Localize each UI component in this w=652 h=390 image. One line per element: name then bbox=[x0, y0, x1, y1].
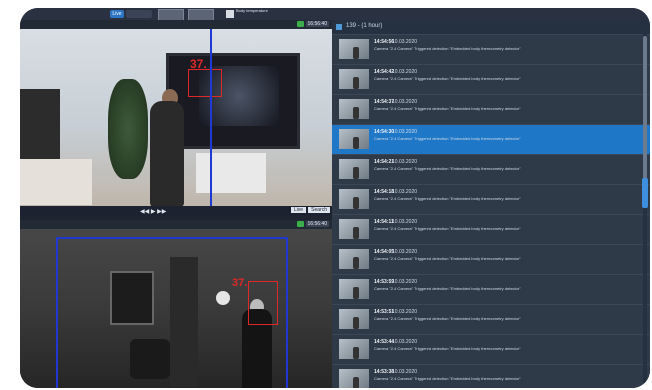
archive-button[interactable] bbox=[126, 10, 152, 18]
camera-header: 16:56:40 bbox=[20, 20, 332, 29]
event-thumbnail bbox=[339, 369, 369, 388]
camera-time: 16:56:40 bbox=[305, 221, 329, 227]
event-row[interactable]: 14:54:11 10.03.2020 Camera "2.4 Camera" Tr… bbox=[332, 214, 650, 244]
event-panel: 139 - (1 hour) 14:54:56 10.03.2020 Camera … bbox=[332, 20, 650, 388]
event-description: Camera "2.4 Camera" Triggered detection … bbox=[374, 76, 521, 81]
event-thumbnail bbox=[339, 69, 369, 89]
event-time: 14:54:05 bbox=[374, 249, 395, 255]
event-description: Camera "2.4 Camera" Triggered detection … bbox=[374, 376, 521, 381]
event-thumbnail bbox=[339, 99, 369, 119]
cabinet bbox=[196, 153, 266, 193]
event-description: Camera "2.4 Camera" Triggered detection … bbox=[374, 256, 521, 261]
temperature-overlay: 37. bbox=[190, 57, 207, 71]
event-row[interactable]: 14:54:18 10.03.2020 Camera "2.4 Camera" Tr… bbox=[332, 184, 650, 214]
event-time: 14:54:11 bbox=[374, 219, 394, 225]
event-list: 14:54:56 10.03.2020 Camera "2.4 Camera" Tr… bbox=[332, 34, 650, 388]
event-description: Camera "2.4 Camera" Triggered detection … bbox=[374, 46, 521, 51]
event-time: 14:54:30 bbox=[374, 129, 395, 135]
event-description: Camera "2.4 Camera" Triggered detection … bbox=[374, 226, 521, 231]
event-description: Camera "2.4 Camera" Triggered detection … bbox=[374, 166, 521, 171]
event-thumbnail bbox=[339, 159, 369, 179]
event-row[interactable]: 14:54:42 10.03.2020 Camera "2.4 Camera" Tr… bbox=[332, 64, 650, 94]
event-row[interactable]: 14:54:30 10.03.2020 Camera "2.4 Camera" Tr… bbox=[332, 124, 650, 154]
event-row[interactable]: 14:54:37 10.03.2020 Camera "2.4 Camera" Tr… bbox=[332, 94, 650, 124]
event-thumbnail bbox=[339, 249, 369, 269]
plant bbox=[108, 79, 148, 179]
event-time: 14:53:51 bbox=[374, 309, 395, 315]
camera-panel-bottom[interactable]: 16:56:40 37. bbox=[20, 220, 332, 388]
detection-line bbox=[210, 29, 212, 215]
event-date: 10.03.2020 bbox=[392, 99, 418, 105]
desk bbox=[20, 159, 92, 205]
event-list-icon bbox=[336, 24, 342, 30]
event-description: Camera "2.4 Camera" Triggered detection … bbox=[374, 346, 521, 351]
event-time: 14:53:44 bbox=[374, 339, 395, 345]
event-thumbnail bbox=[339, 129, 369, 149]
event-description: Camera "2.4 Camera" Triggered detection … bbox=[374, 316, 521, 321]
event-date: 10.03.2020 bbox=[392, 279, 418, 285]
tv-screen bbox=[166, 53, 300, 149]
event-description: Camera "2.4 Camera" Triggered detection … bbox=[374, 106, 521, 111]
event-row[interactable]: 14:54:56 10.03.2020 Camera "2.4 Camera" Tr… bbox=[332, 34, 650, 64]
event-date: 10.03.2020 bbox=[392, 219, 418, 225]
event-description: Camera "2.4 Camera" Triggered detection … bbox=[374, 286, 521, 291]
event-date: 10.03.2020 bbox=[392, 189, 418, 195]
scrollbar[interactable] bbox=[643, 34, 647, 388]
event-row[interactable]: 14:53:59 10.03.2020 Camera "2.4 Camera" Tr… bbox=[332, 274, 650, 304]
app-frame: Live Body temperature 16:56:40 37. ◀◀ ▶ … bbox=[0, 0, 652, 390]
event-time: 14:54:18 bbox=[374, 189, 395, 195]
event-date: 10.03.2020 bbox=[392, 249, 418, 255]
event-time: 14:54:56 bbox=[374, 39, 395, 45]
detection-box bbox=[188, 69, 222, 97]
temperature-overlay: 37. bbox=[232, 277, 248, 289]
record-indicator-icon bbox=[297, 21, 304, 27]
event-thumbnail bbox=[339, 39, 369, 59]
record-indicator-icon bbox=[297, 221, 304, 227]
playback-controls-icon[interactable]: ◀◀ ▶ ▶▶ bbox=[140, 208, 166, 215]
user-label: Body temperature bbox=[236, 8, 268, 13]
event-time: 14:54:37 bbox=[374, 99, 395, 105]
event-date: 10.03.2020 bbox=[392, 369, 418, 375]
event-row[interactable]: 14:54:05 10.03.2020 Camera "2.4 Camera" Tr… bbox=[332, 244, 650, 274]
camera-time: 16:56:40 bbox=[305, 21, 329, 27]
camera-header: 16:56:40 bbox=[20, 220, 332, 229]
event-panel-title: 139 - (1 hour) bbox=[346, 23, 383, 29]
playback-timeline[interactable]: ◀◀ ▶ ▶▶ Live Search bbox=[20, 206, 332, 216]
event-date: 10.03.2020 bbox=[392, 69, 418, 75]
event-date: 10.03.2020 bbox=[392, 39, 418, 45]
user-icon[interactable] bbox=[226, 10, 234, 18]
event-row[interactable]: 14:53:38 10.03.2020 Camera "2.4 Camera" Tr… bbox=[332, 364, 650, 388]
event-date: 10.03.2020 bbox=[392, 159, 418, 165]
timeline-live-button[interactable]: Live bbox=[290, 207, 306, 213]
event-thumbnail bbox=[339, 219, 369, 239]
event-thumbnail bbox=[339, 309, 369, 329]
event-date: 10.03.2020 bbox=[392, 309, 418, 315]
video-frame[interactable]: 37. bbox=[20, 29, 332, 207]
event-thumbnail bbox=[339, 279, 369, 299]
event-row[interactable]: 14:53:44 10.03.2020 Camera "2.4 Camera" Tr… bbox=[332, 334, 650, 364]
thermal-video-frame[interactable]: 37. bbox=[20, 229, 332, 388]
event-description: Camera "2.4 Camera" Triggered detection … bbox=[374, 196, 521, 201]
scroll-thumb[interactable] bbox=[643, 36, 647, 186]
live-button[interactable]: Live bbox=[110, 10, 124, 18]
event-time: 14:53:38 bbox=[374, 369, 395, 375]
event-description: Camera "2.4 Camera" Triggered detection … bbox=[374, 136, 521, 141]
event-thumbnail bbox=[339, 339, 369, 359]
event-time: 14:54:42 bbox=[374, 69, 395, 75]
event-row[interactable]: 14:53:51 10.03.2020 Camera "2.4 Camera" Tr… bbox=[332, 304, 650, 334]
event-thumbnail bbox=[339, 189, 369, 209]
event-date: 10.03.2020 bbox=[392, 129, 418, 135]
camera-panel-top[interactable]: 16:56:40 37. ◀◀ ▶ ▶▶ Live Search bbox=[20, 20, 332, 216]
event-time: 14:53:59 bbox=[374, 279, 395, 285]
panel-edge-handle[interactable] bbox=[642, 178, 648, 208]
screen: Live Body temperature 16:56:40 37. ◀◀ ▶ … bbox=[20, 8, 650, 388]
timeline-search-button[interactable]: Search bbox=[308, 207, 330, 213]
top-toolbar: Live Body temperature bbox=[20, 8, 650, 21]
event-date: 10.03.2020 bbox=[392, 339, 418, 345]
detection-box bbox=[248, 281, 278, 325]
event-time: 14:54:21 bbox=[374, 159, 395, 165]
person bbox=[150, 101, 184, 207]
event-row[interactable]: 14:54:21 10.03.2020 Camera "2.4 Camera" Tr… bbox=[332, 154, 650, 184]
event-panel-header: 139 - (1 hour) bbox=[332, 20, 650, 34]
